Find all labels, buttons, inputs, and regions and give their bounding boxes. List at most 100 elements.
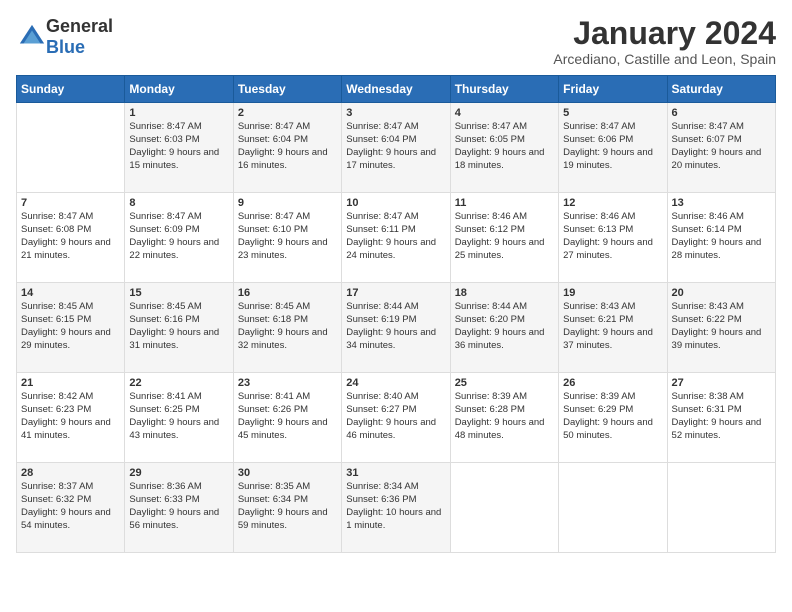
day-header-tuesday: Tuesday [233,76,341,103]
day-info: Sunrise: 8:45 AMSunset: 6:16 PMDaylight:… [129,301,228,352]
day-info: Sunrise: 8:38 AMSunset: 6:31 PMDaylight:… [672,391,771,442]
day-info: Sunrise: 8:46 AMSunset: 6:13 PMDaylight:… [563,211,662,262]
day-header-wednesday: Wednesday [342,76,450,103]
day-header-sunday: Sunday [17,76,125,103]
day-cell: 17 Sunrise: 8:44 AMSunset: 6:19 PMDayligh… [342,283,450,373]
day-cell: 22Sunrise: 8:41 AMSunset: 6:25 PMDayligh… [125,373,233,463]
day-info: Sunrise: 8:47 AMSunset: 6:04 PMDaylight:… [238,121,337,172]
week-row-3: 14 Sunrise: 8:45 AMSunset: 6:15 PMDayligh… [17,283,776,373]
day-info: Sunrise: 8:47 AMSunset: 6:06 PMDaylight:… [563,121,662,172]
day-info: Sunrise: 8:46 AMSunset: 6:14 PMDaylight:… [672,211,771,262]
day-cell: 29 Sunrise: 8:36 AMSunset: 6:33 PMDayligh… [125,463,233,553]
day-cell [667,463,775,553]
day-cell: 21 Sunrise: 8:42 AMSunset: 6:23 PMDayligh… [17,373,125,463]
day-info: Sunrise: 8:45 AMSunset: 6:18 PMDaylight:… [238,301,337,352]
day-cell: 13 Sunrise: 8:46 AMSunset: 6:14 PMDayligh… [667,193,775,283]
day-cell: 24 Sunrise: 8:40 AMSunset: 6:27 PMDayligh… [342,373,450,463]
week-row-1: 1 Sunrise: 8:47 AMSunset: 6:03 PMDaylight… [17,103,776,193]
day-info: Sunrise: 8:35 AMSunset: 6:34 PMDaylight:… [238,481,337,532]
day-number: 23 [238,377,337,389]
day-number: 28 [21,467,120,479]
day-info: Sunrise: 8:45 AMSunset: 6:15 PMDaylight:… [21,301,120,352]
day-header-monday: Monday [125,76,233,103]
day-cell: 7 Sunrise: 8:47 AMSunset: 6:08 PMDaylight… [17,193,125,283]
day-number: 21 [21,377,120,389]
day-number: 14 [21,287,120,299]
day-cell: 6Sunrise: 8:47 AMSunset: 6:07 PMDaylight… [667,103,775,193]
day-number: 27 [672,377,771,389]
day-info: Sunrise: 8:47 AMSunset: 6:11 PMDaylight:… [346,211,445,262]
day-number: 11 [455,197,554,209]
day-cell: 23 Sunrise: 8:41 AMSunset: 6:26 PMDayligh… [233,373,341,463]
day-info: Sunrise: 8:39 AMSunset: 6:29 PMDaylight:… [563,391,662,442]
day-cell: 11 Sunrise: 8:46 AMSunset: 6:12 PMDayligh… [450,193,558,283]
day-info: Sunrise: 8:37 AMSunset: 6:32 PMDaylight:… [21,481,120,532]
day-number: 6 [672,107,771,119]
week-row-2: 7 Sunrise: 8:47 AMSunset: 6:08 PMDaylight… [17,193,776,283]
day-number: 13 [672,197,771,209]
day-number: 29 [129,467,228,479]
day-cell: 14 Sunrise: 8:45 AMSunset: 6:15 PMDayligh… [17,283,125,373]
day-number: 20 [672,287,771,299]
day-number: 24 [346,377,445,389]
day-number: 17 [346,287,445,299]
title-area: January 2024 Arcediano, Castille and Leo… [553,16,776,67]
day-info: Sunrise: 8:47 AMSunset: 6:09 PMDaylight:… [129,211,228,262]
day-number: 7 [21,197,120,209]
day-header-thursday: Thursday [450,76,558,103]
month-title: January 2024 [553,16,776,51]
day-cell: 1 Sunrise: 8:47 AMSunset: 6:03 PMDaylight… [125,103,233,193]
logo-icon [18,23,46,51]
day-number: 31 [346,467,445,479]
day-info: Sunrise: 8:40 AMSunset: 6:27 PMDaylight:… [346,391,445,442]
day-info: Sunrise: 8:41 AMSunset: 6:25 PMDaylight:… [129,391,228,442]
day-cell: 4Sunrise: 8:47 AMSunset: 6:05 PMDaylight… [450,103,558,193]
day-info: Sunrise: 8:36 AMSunset: 6:33 PMDaylight:… [129,481,228,532]
day-number: 30 [238,467,337,479]
day-number: 18 [455,287,554,299]
day-cell: 28 Sunrise: 8:37 AMSunset: 6:32 PMDayligh… [17,463,125,553]
logo-text-general: General [46,16,113,36]
day-info: Sunrise: 8:44 AMSunset: 6:19 PMDaylight:… [346,301,445,352]
day-info: Sunrise: 8:39 AMSunset: 6:28 PMDaylight:… [455,391,554,442]
day-cell: 15 Sunrise: 8:45 AMSunset: 6:16 PMDayligh… [125,283,233,373]
day-number: 26 [563,377,662,389]
day-cell: 16 Sunrise: 8:45 AMSunset: 6:18 PMDayligh… [233,283,341,373]
logo-text-blue: Blue [46,37,85,57]
day-info: Sunrise: 8:47 AMSunset: 6:10 PMDaylight:… [238,211,337,262]
day-cell: 25Sunrise: 8:39 AMSunset: 6:28 PMDayligh… [450,373,558,463]
day-info: Sunrise: 8:41 AMSunset: 6:26 PMDaylight:… [238,391,337,442]
day-info: Sunrise: 8:46 AMSunset: 6:12 PMDaylight:… [455,211,554,262]
day-cell: 10 Sunrise: 8:47 AMSunset: 6:11 PMDayligh… [342,193,450,283]
day-header-saturday: Saturday [667,76,775,103]
day-number: 2 [238,107,337,119]
day-number: 10 [346,197,445,209]
day-cell: 30 Sunrise: 8:35 AMSunset: 6:34 PMDayligh… [233,463,341,553]
day-cell: 26 Sunrise: 8:39 AMSunset: 6:29 PMDayligh… [559,373,667,463]
day-info: Sunrise: 8:47 AMSunset: 6:05 PMDaylight:… [455,121,554,172]
day-number: 1 [129,107,228,119]
day-number: 8 [129,197,228,209]
day-number: 15 [129,287,228,299]
logo: General Blue [16,16,113,58]
header: General Blue January 2024 Arcediano, Cas… [16,16,776,67]
day-number: 3 [346,107,445,119]
day-cell [17,103,125,193]
day-info: Sunrise: 8:44 AMSunset: 6:20 PMDaylight:… [455,301,554,352]
day-header-friday: Friday [559,76,667,103]
day-info: Sunrise: 8:42 AMSunset: 6:23 PMDaylight:… [21,391,120,442]
week-row-5: 28 Sunrise: 8:37 AMSunset: 6:32 PMDayligh… [17,463,776,553]
location-title: Arcediano, Castille and Leon, Spain [553,51,776,67]
day-number: 5 [563,107,662,119]
day-info: Sunrise: 8:47 AMSunset: 6:03 PMDaylight:… [129,121,228,172]
day-number: 12 [563,197,662,209]
day-info: Sunrise: 8:47 AMSunset: 6:08 PMDaylight:… [21,211,120,262]
day-info: Sunrise: 8:34 AMSunset: 6:36 PMDaylight:… [346,481,445,532]
day-number: 16 [238,287,337,299]
week-row-4: 21 Sunrise: 8:42 AMSunset: 6:23 PMDayligh… [17,373,776,463]
calendar-header-row: SundayMondayTuesdayWednesdayThursdayFrid… [17,76,776,103]
day-info: Sunrise: 8:47 AMSunset: 6:04 PMDaylight:… [346,121,445,172]
day-cell: 9Sunrise: 8:47 AMSunset: 6:10 PMDaylight… [233,193,341,283]
day-cell: 3 Sunrise: 8:47 AMSunset: 6:04 PMDaylight… [342,103,450,193]
day-cell: 18 Sunrise: 8:44 AMSunset: 6:20 PMDayligh… [450,283,558,373]
